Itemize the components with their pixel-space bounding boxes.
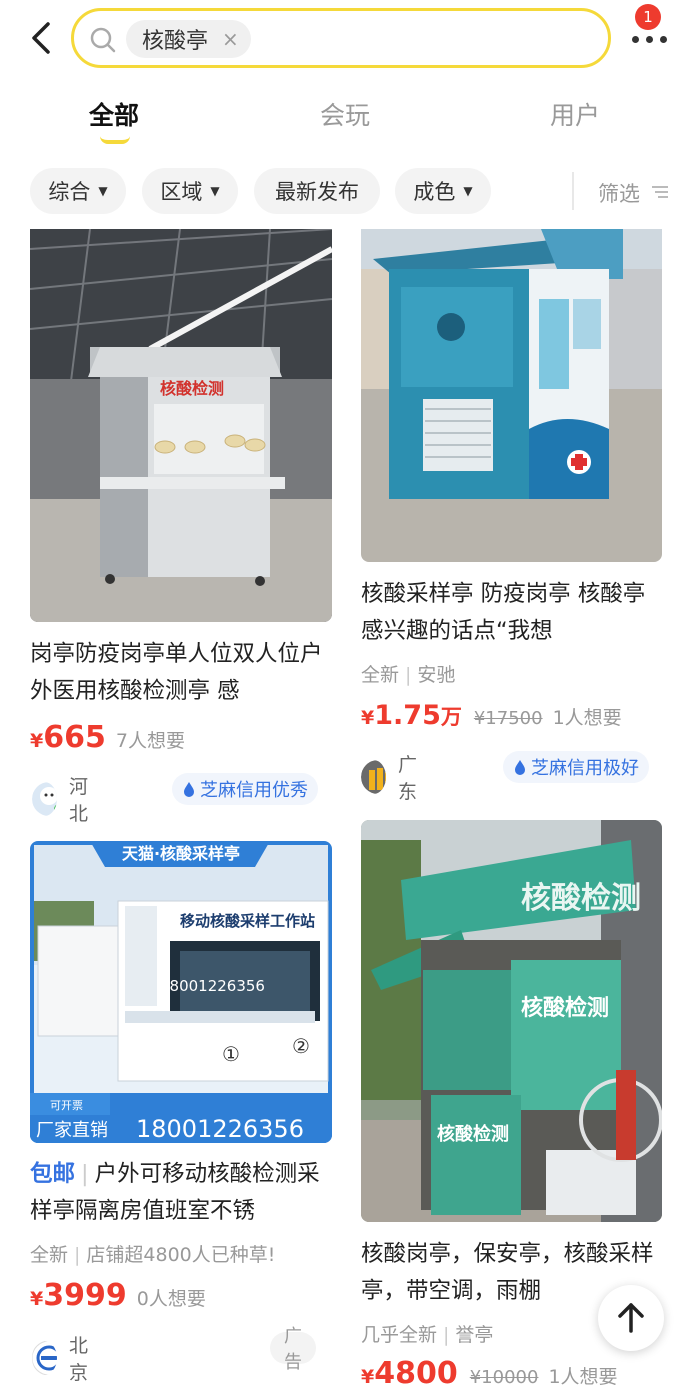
product-image-3[interactable]: 天猫·核酸采样亭 移动核酸采样工作站 18001226356 ① ② 可开票 厂… — [30, 841, 332, 1143]
category-tabs: 全部 会玩 用户 — [0, 90, 691, 150]
price-value: 1.75 — [374, 700, 441, 731]
price-row-1: ¥ 665 7人想要 — [30, 720, 185, 755]
product-title-2[interactable]: 核酸采样亭 防疫岗亭 核酸亭 感兴趣的话点“我想 — [361, 576, 661, 650]
caret-down-icon: ▼ — [210, 184, 220, 198]
seller-row-2[interactable]: 广东 — [361, 750, 426, 804]
seller-region: 广东 — [398, 754, 418, 803]
tab-huiwan[interactable]: 会玩 — [320, 96, 370, 132]
credit-text: 芝麻信用极好 — [531, 758, 639, 779]
price-value: 4800 — [374, 1356, 458, 1391]
seller-region: 北京 — [69, 1335, 89, 1384]
filter-icon[interactable] — [650, 182, 670, 202]
filter-region[interactable]: 区域 ▼ — [142, 168, 238, 214]
want-count: 7人想要 — [115, 730, 185, 752]
avatar[interactable] — [32, 782, 58, 816]
condition-tag: 几乎全新 — [361, 1324, 438, 1346]
search-box[interactable]: 核酸亭 × — [71, 8, 611, 68]
credit-badge-2: 芝麻信用极好 — [503, 751, 649, 783]
product-image-1[interactable]: 核酸检测 — [30, 229, 332, 622]
image-banner-text: 天猫·核酸采样亭 — [122, 844, 240, 863]
price-unit: 万 — [440, 705, 462, 729]
image-num-2: ② — [292, 1034, 310, 1058]
product-meta-3: 全新 | 店铺超4800人已种草! — [30, 1244, 276, 1266]
chevron-left-icon[interactable] — [22, 18, 62, 58]
price-row-4: ¥ 4800 ¥10000 1人想要 — [361, 1356, 618, 1391]
tab-all[interactable]: 全部 — [89, 96, 139, 132]
filter-divider — [572, 172, 574, 210]
sesame-drop-icon — [184, 782, 194, 797]
avatar[interactable] — [32, 1341, 58, 1375]
product-meta-4: 几乎全新 | 誉亭 — [361, 1324, 494, 1346]
price-row-3: ¥ 3999 0人想要 — [30, 1278, 206, 1313]
avatar[interactable] — [361, 760, 387, 794]
image-invoice-text: 可开票 — [50, 1099, 83, 1112]
original-price: ¥10000 — [469, 1367, 539, 1388]
image-sign-text: 核酸检测 — [521, 881, 641, 916]
search-icon — [90, 27, 116, 53]
brand-tag: 安驰 — [417, 664, 456, 686]
image-num-1: ① — [222, 1042, 240, 1066]
filter-sort[interactable]: 综合 ▼ — [30, 168, 126, 214]
filter-button[interactable]: 筛选 — [598, 178, 640, 208]
arrow-up-icon — [618, 1303, 644, 1333]
brand-tag: 誉亭 — [455, 1324, 494, 1346]
price-value: 3999 — [43, 1278, 127, 1313]
booth-sign-text: 核酸检测 — [160, 379, 224, 398]
original-price: ¥17500 — [473, 708, 543, 729]
filter-latest[interactable]: 最新发布 — [254, 168, 380, 214]
credit-text: 芝麻信用优秀 — [200, 780, 308, 801]
caret-down-icon: ▼ — [463, 184, 473, 198]
image-panel-text: 核酸检测 — [521, 995, 609, 1021]
product-meta-2: 全新 | 安驰 — [361, 664, 456, 686]
price-value: 665 — [43, 720, 106, 755]
price-symbol: ¥ — [361, 1366, 375, 1388]
filter-latest-label: 最新发布 — [275, 180, 359, 204]
want-count: 1人想要 — [548, 1366, 618, 1388]
seller-row-1[interactable]: 河北 — [32, 772, 97, 826]
condition-tag: 全新 — [361, 664, 400, 686]
image-direct-text: 厂家直销 — [36, 1120, 108, 1141]
price-symbol: ¥ — [30, 1288, 44, 1310]
price-row-2: ¥ 1.75 万 ¥17500 1人想要 — [361, 700, 622, 731]
search-query-text: 核酸亭 — [142, 29, 209, 54]
image-panel-small-text: 核酸检测 — [437, 1123, 509, 1145]
search-query-chip[interactable]: 核酸亭 × — [126, 20, 251, 58]
seller-region: 河北 — [69, 776, 89, 825]
shop-note: 店铺超4800人已种草! — [86, 1244, 276, 1266]
filter-condition[interactable]: 成色 ▼ — [395, 168, 491, 214]
product-image-2[interactable] — [361, 229, 662, 562]
price-symbol: ¥ — [361, 707, 375, 729]
notification-badge: 1 — [635, 4, 661, 30]
seller-row-3[interactable]: 北京 — [32, 1331, 97, 1385]
product-title-1[interactable]: 岗亭防疫岗亭单人位双人位户外医用核酸检测亭 感 — [30, 636, 330, 710]
tab-users[interactable]: 用户 — [550, 96, 600, 132]
product-image-4[interactable]: 核酸检测 核酸检测 核酸检测 — [361, 820, 662, 1222]
sesame-drop-icon — [515, 760, 525, 775]
free-shipping-tag: 包邮 — [30, 1161, 76, 1187]
top-bar: 核酸亭 × 1 — [0, 0, 691, 80]
want-count: 1人想要 — [552, 707, 622, 729]
caret-down-icon: ▼ — [98, 184, 108, 198]
filter-bar: 综合 ▼ 区域 ▼ 最新发布 成色 ▼ 筛选 — [0, 168, 691, 216]
ad-badge: 广告 — [270, 1326, 316, 1373]
filter-sort-label: 综合 — [48, 180, 91, 204]
filter-condition-label: 成色 — [413, 180, 456, 204]
product-title-3[interactable]: 包邮 | 户外可移动核酸检测采样亭隔离房值班室不锈 — [30, 1156, 332, 1230]
image-station-text: 移动核酸采样工作站 — [180, 912, 315, 930]
filter-region-label: 区域 — [160, 180, 203, 204]
clear-query-icon[interactable]: × — [222, 27, 239, 51]
image-phone-text: 18001226356 — [160, 977, 265, 995]
price-symbol: ¥ — [30, 730, 44, 752]
scroll-to-top-button[interactable] — [598, 1285, 664, 1351]
credit-badge-1: 芝麻信用优秀 — [172, 773, 318, 805]
image-phone-big-text: 18001226356 — [136, 1115, 304, 1143]
active-tab-indicator — [100, 136, 130, 144]
condition-tag: 全新 — [30, 1244, 69, 1266]
want-count: 0人想要 — [136, 1288, 206, 1310]
